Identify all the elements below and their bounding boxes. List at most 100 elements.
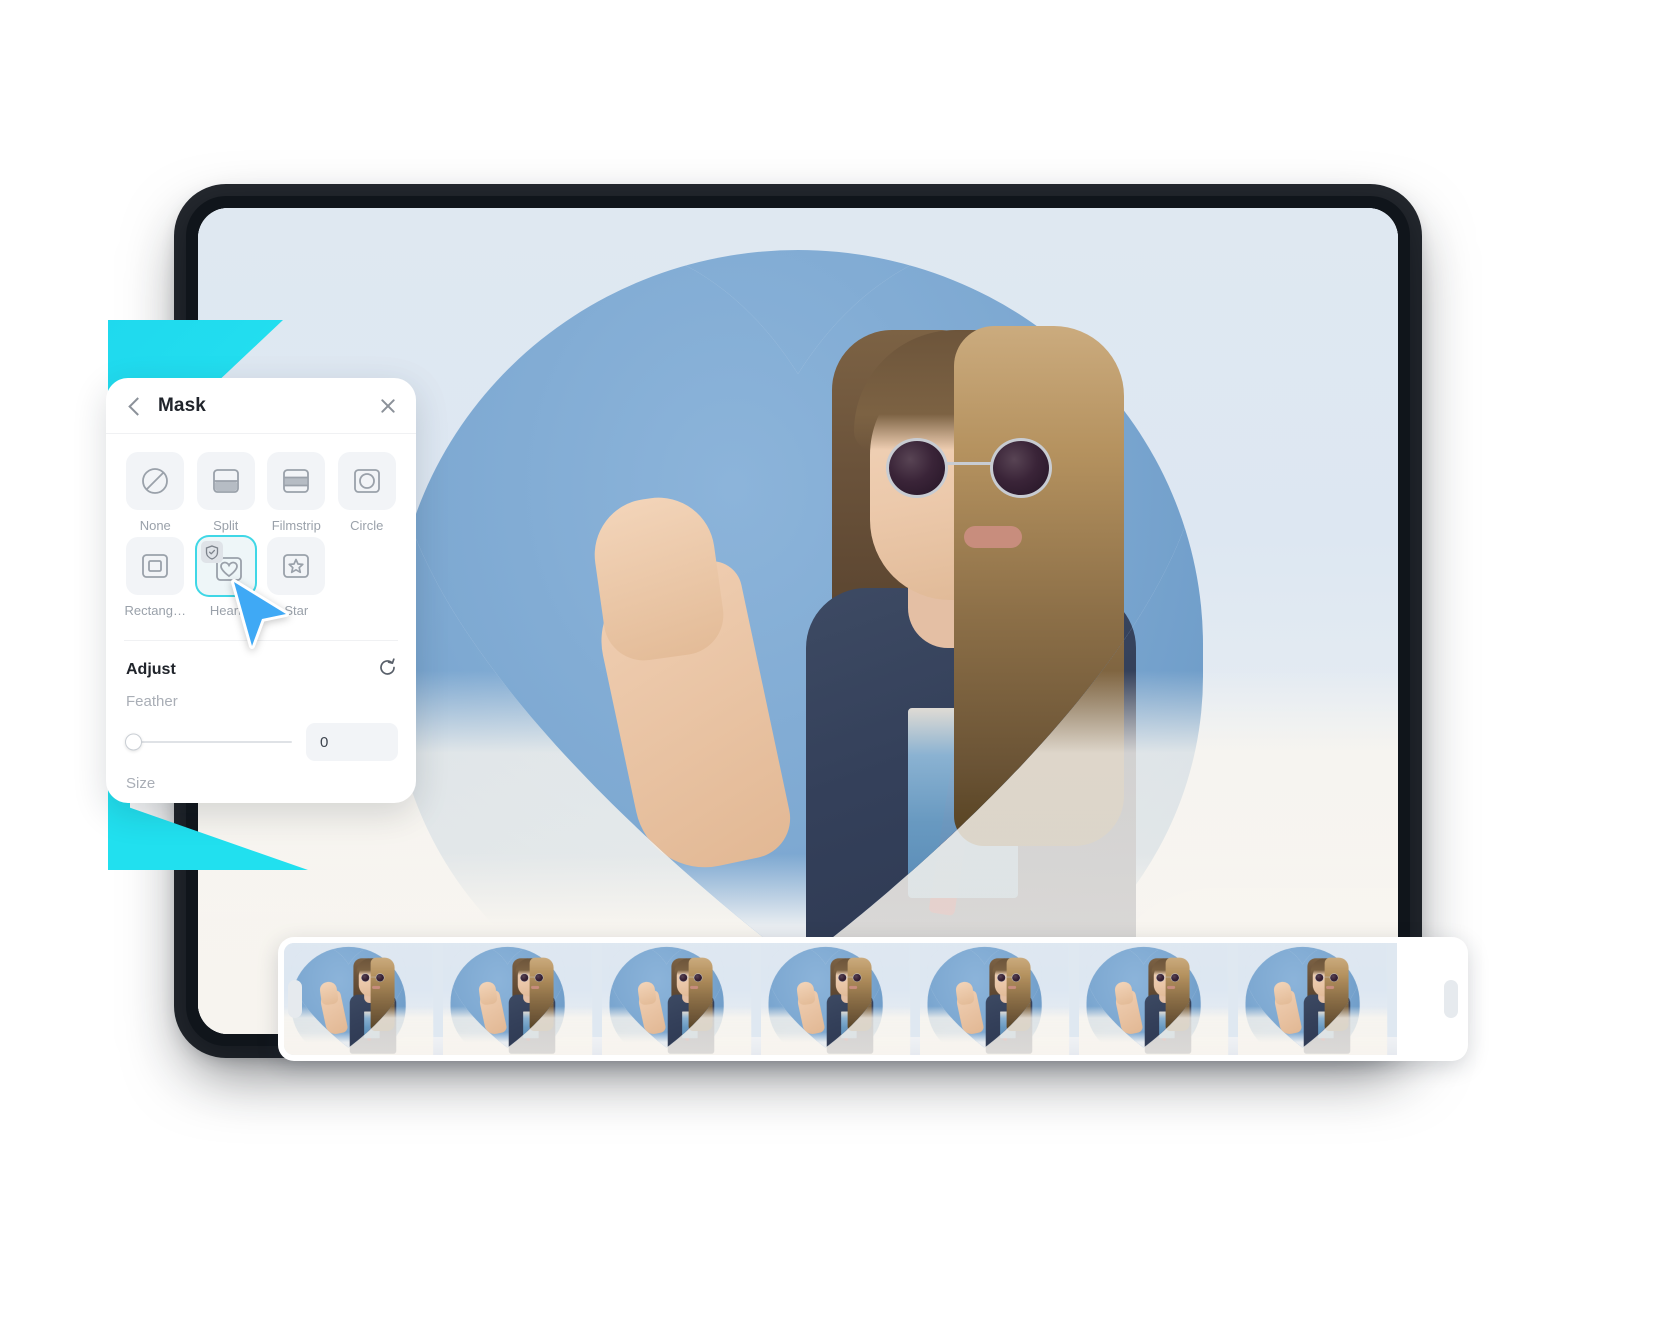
subject-sunglasses-masked bbox=[997, 973, 1020, 981]
sunglasses-lens-left-masked bbox=[886, 438, 948, 498]
subject-figure-masked bbox=[343, 949, 402, 1047]
mask-option-label: None bbox=[139, 518, 171, 533]
chevron-left-icon[interactable] bbox=[126, 397, 144, 415]
filmstrip-thumbnail-image bbox=[1238, 943, 1397, 1055]
filmstrip-thumbnail-image bbox=[1079, 943, 1238, 1055]
feather-slider-row: 0 bbox=[125, 723, 398, 761]
filmstrip-thumbnail-image bbox=[284, 943, 443, 1055]
mask-option-label: Filmstrip bbox=[271, 518, 321, 533]
page-title: Mask bbox=[158, 394, 206, 416]
subject-figure-masked bbox=[820, 949, 879, 1047]
filmstrip-thumbnail[interactable] bbox=[284, 943, 443, 1055]
filmstrip-thumbnail[interactable] bbox=[1079, 943, 1238, 1055]
subject-legs-masked bbox=[1027, 1037, 1042, 1048]
subject-hair-right-masked bbox=[1166, 958, 1190, 1031]
heart-mask-region bbox=[768, 945, 882, 1048]
mask-tile bbox=[196, 537, 255, 595]
masked-photo bbox=[609, 945, 723, 1048]
heart-mask-region bbox=[927, 945, 1041, 1048]
mask-tile bbox=[126, 452, 185, 510]
subject-lips-masked bbox=[531, 986, 539, 989]
screenshot-root: Mask None Split Filmstrip Circle Rectang… bbox=[0, 0, 1680, 1344]
mask-option-circle[interactable]: Circle bbox=[336, 452, 399, 535]
masked-photo bbox=[291, 945, 405, 1048]
mask-tile bbox=[337, 452, 396, 510]
mask-option-label: Circle bbox=[350, 518, 384, 533]
masked-photo bbox=[393, 234, 1203, 964]
filmstrip-thumbnail[interactable] bbox=[920, 943, 1079, 1055]
filmstrip-track[interactable] bbox=[284, 943, 1462, 1055]
sunglasses-lens-right-masked bbox=[376, 973, 385, 981]
heart-mask-region bbox=[393, 234, 1203, 964]
subject-hair-right-masked bbox=[1325, 958, 1349, 1031]
subject-legs-masked bbox=[709, 1037, 724, 1048]
subject-sunglasses-masked bbox=[1315, 973, 1338, 981]
subject-figure-masked bbox=[758, 268, 1178, 964]
subject-sunglasses-masked bbox=[361, 973, 384, 981]
heart-mask-region bbox=[609, 945, 723, 1048]
subject-hair-right-masked bbox=[848, 958, 872, 1031]
mask-option-label: Heart bbox=[209, 603, 242, 618]
sunglasses-lens-left-masked bbox=[361, 973, 370, 981]
sunglasses-lens-right-masked bbox=[990, 438, 1052, 498]
feather-field: Feather 0 Size bbox=[106, 683, 416, 792]
sunglasses-lens-left-masked bbox=[997, 973, 1006, 981]
timeline-filmstrip[interactable] bbox=[278, 937, 1468, 1061]
subject-hair-right-masked bbox=[954, 326, 1124, 846]
star-icon bbox=[283, 554, 310, 578]
heart-mask-region bbox=[450, 945, 564, 1048]
heart-mask-region bbox=[291, 945, 405, 1048]
subject-sunglasses-masked bbox=[679, 973, 702, 981]
heart-mask-region bbox=[1086, 945, 1200, 1048]
mask-option-split[interactable]: Split bbox=[195, 452, 258, 535]
subject-lips-masked bbox=[1326, 986, 1334, 989]
filmstrip-thumbnail[interactable] bbox=[602, 943, 761, 1055]
mask-option-star[interactable]: Star bbox=[265, 537, 328, 620]
trim-handle-left[interactable] bbox=[288, 980, 302, 1018]
sunglasses-lens-left-masked bbox=[520, 973, 529, 981]
adjust-title: Adjust bbox=[126, 661, 176, 678]
subject-lips-masked bbox=[1167, 986, 1175, 989]
feather-value-input[interactable]: 0 bbox=[306, 723, 398, 761]
feather-label: Feather bbox=[126, 693, 178, 710]
subject-lips-masked bbox=[964, 526, 1022, 548]
circle-icon bbox=[353, 469, 380, 493]
subject-sunglasses-masked bbox=[520, 973, 543, 981]
mask-option-heart[interactable]: Heart bbox=[195, 537, 258, 620]
filmstrip-thumbnail[interactable] bbox=[1238, 943, 1397, 1055]
no-mask-icon bbox=[142, 468, 169, 494]
trim-handle-right[interactable] bbox=[1444, 980, 1458, 1018]
mask-option-rectangle[interactable]: Rectang… bbox=[124, 537, 187, 620]
subject-figure-masked bbox=[661, 949, 720, 1047]
subject-legs-masked bbox=[1345, 1037, 1360, 1048]
sunglasses-bridge-masked bbox=[946, 462, 994, 465]
sunglasses-lens-right-masked bbox=[853, 973, 862, 981]
feather-slider[interactable] bbox=[125, 733, 292, 751]
adjust-section-header: Adjust bbox=[106, 641, 416, 683]
subject-legs-masked bbox=[1186, 1037, 1201, 1048]
masked-photo bbox=[450, 945, 564, 1048]
sunglasses-lens-right-masked bbox=[1012, 973, 1021, 981]
close-icon[interactable] bbox=[378, 396, 398, 416]
subject-legs-masked bbox=[868, 1037, 883, 1048]
subject-legs-masked bbox=[391, 1037, 406, 1048]
masked-photo bbox=[1086, 945, 1200, 1048]
mask-option-filmstrip[interactable]: Filmstrip bbox=[265, 452, 328, 535]
subject-lips-masked bbox=[849, 986, 857, 989]
filmstrip-thumbnail[interactable] bbox=[761, 943, 920, 1055]
feather-slider-knob[interactable] bbox=[125, 733, 142, 751]
reset-icon[interactable] bbox=[377, 657, 398, 683]
subject-sunglasses-masked bbox=[1156, 973, 1179, 981]
subject-hair-right-masked bbox=[1007, 958, 1031, 1031]
mask-option-label: Rectang… bbox=[124, 603, 186, 618]
shield-check-icon bbox=[200, 541, 223, 563]
subject-figure-masked bbox=[1138, 949, 1197, 1047]
filmstrip-thumbnail[interactable] bbox=[443, 943, 602, 1055]
filmstrip-thumbnail-image bbox=[761, 943, 920, 1055]
mask-option-label: Star bbox=[284, 603, 309, 618]
mask-tile bbox=[196, 452, 255, 510]
mask-tile bbox=[267, 537, 326, 595]
sunglasses-lens-left-masked bbox=[679, 973, 688, 981]
mask-option-none[interactable]: None bbox=[124, 452, 187, 535]
masked-photo bbox=[768, 945, 882, 1048]
